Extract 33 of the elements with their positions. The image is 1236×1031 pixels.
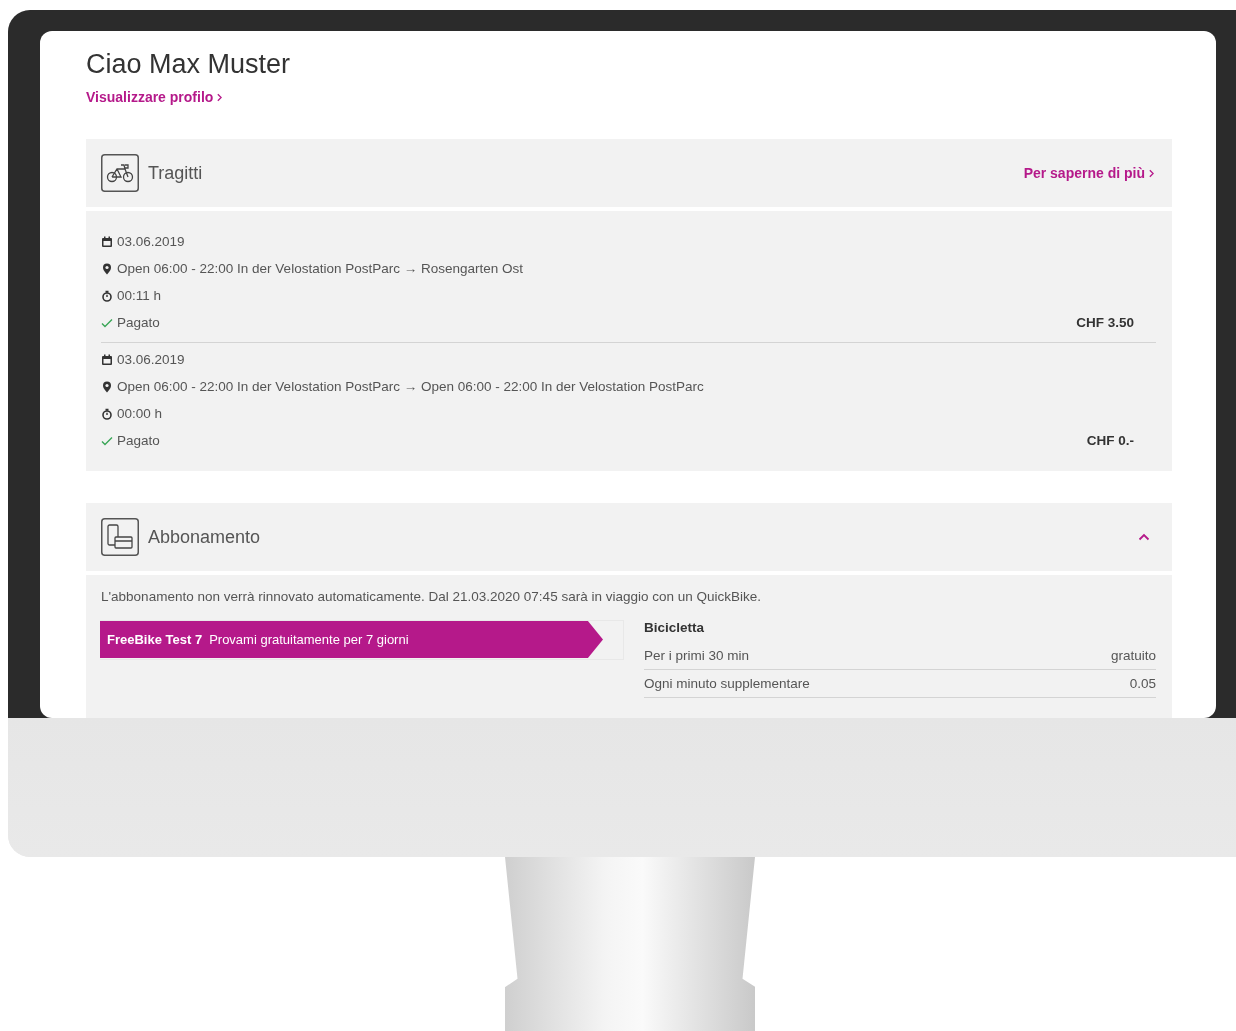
tariff-value: gratuito [1110,648,1156,663]
trip-date: 03.06.2019 [117,352,185,367]
plan-name: FreeBike Test 7 [107,632,203,647]
learn-more-link[interactable]: Per saperne di più [1023,165,1154,181]
plan-description: Provami gratuitamente per 7 giorni [209,632,409,647]
chevron-right-icon [1149,168,1154,178]
trip-duration: 00:00 h [117,406,163,421]
greeting: Ciao Max Muster [86,49,292,80]
tariff-title: Bicicletta [644,620,706,637]
location-pin-icon [101,380,113,393]
stopwatch-icon [101,289,113,302]
chevron-right-icon [217,92,223,102]
trip-route: Open 06:00 - 22:00 In der Velostation PostParc → Open 06:00 - 22:00 In der Velostation PostParc [117,379,704,394]
payment-status: Pagato [117,315,160,330]
subscription-notice: L'abbonamento non verrà rinnovato automaticamente. Dal 21.03.2020 07:45 sarà in viaggio con un QuickBike. [101,589,762,604]
trip-price: CHF 3.50 [1076,315,1134,330]
trip-route: Open 06:00 - 22:00 In der Velostation PostParc → Rosengarten Ost [117,261,523,276]
section-title: Abbonamento [148,526,262,548]
location-pin-icon [101,262,113,275]
phone-and-card-icon [101,518,139,556]
tariff-value: 0.05 [1129,676,1156,691]
profile-link[interactable]: Visualizzare profilo [86,89,223,105]
section-title: Tragitti [148,162,204,184]
calendar-icon [101,353,113,366]
trip-price: CHF 0.- [1086,433,1134,448]
stopwatch-icon [101,407,113,420]
calendar-icon [101,235,113,248]
trip-duration: 00:11 h [117,288,162,303]
bicycle-icon [101,154,139,192]
payment-status: Pagato [117,433,160,448]
tariff-label: Ogni minuto supplementare [644,676,810,691]
trip-date: 03.06.2019 [117,234,185,249]
tariff-label: Per i primi 30 min [644,648,750,663]
